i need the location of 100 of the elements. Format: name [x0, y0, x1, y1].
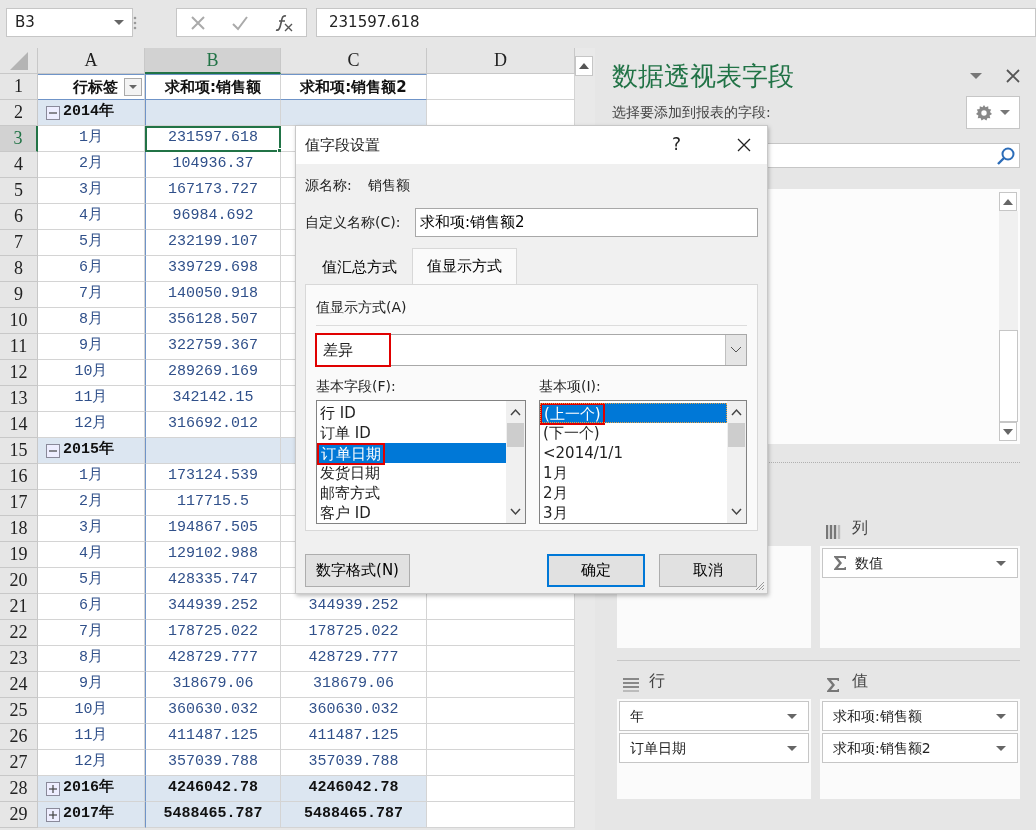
dialog-button[interactable]: 确定	[547, 554, 645, 587]
table-cell: 5488465.787	[145, 802, 281, 828]
filter-dropdown-icon[interactable]	[124, 78, 142, 96]
year-label: 2017年	[63, 804, 114, 825]
row-header[interactable]: 24	[0, 672, 38, 698]
custom-name-field[interactable]: 求和项:销售额2	[415, 208, 758, 237]
collapse-icon[interactable]	[46, 443, 60, 458]
list-item[interactable]: (下一个)	[540, 423, 727, 443]
collapse-icon[interactable]	[46, 105, 60, 120]
close-icon	[737, 138, 751, 152]
settings-button[interactable]	[966, 96, 1020, 129]
area-label: 值	[852, 670, 868, 692]
row-header[interactable]: 3	[0, 126, 38, 152]
table-cell: 4246042.78	[145, 776, 281, 802]
expand-icon[interactable]	[46, 781, 60, 796]
cancel-icon[interactable]	[189, 14, 206, 31]
column-header[interactable]: A	[38, 48, 145, 74]
search-icon[interactable]	[997, 146, 1015, 165]
table-cell: 10月	[38, 360, 145, 386]
row-header[interactable]: 8	[0, 256, 38, 282]
table-cell: 140050.918	[145, 282, 281, 308]
scroll-thumb[interactable]	[999, 330, 1018, 422]
table-cell: 6月	[38, 594, 145, 620]
row-header[interactable]: 20	[0, 568, 38, 594]
list-item[interactable]: 2月	[540, 483, 727, 503]
column-header[interactable]: B	[145, 48, 281, 74]
row-header[interactable]: 19	[0, 542, 38, 568]
table-cell: 357039.788	[281, 750, 427, 776]
table-cell: 318679.06	[145, 672, 281, 698]
row-header[interactable]: 12	[0, 360, 38, 386]
row-header[interactable]: 10	[0, 308, 38, 334]
row-header[interactable]: 29	[0, 802, 38, 828]
row-header[interactable]: 16	[0, 464, 38, 490]
row-header[interactable]: 23	[0, 646, 38, 672]
area-field[interactable]: 订单日期	[619, 733, 809, 763]
check-icon[interactable]	[230, 14, 249, 31]
caret-icon	[1000, 109, 1010, 116]
help-button[interactable]: ?	[671, 132, 681, 158]
display-mode-dropdown[interactable]: 差异	[316, 334, 747, 366]
table-cell: 求和项:销售额	[145, 74, 281, 100]
section-label: 值显示方式(A)	[316, 298, 408, 317]
list-item[interactable]: 1月	[540, 463, 727, 483]
dialog-button[interactable]: 数字格式(N)	[305, 554, 410, 587]
table-cell: 344939.252	[281, 594, 427, 620]
column-header[interactable]: C	[281, 48, 427, 74]
close-icon[interactable]	[1006, 69, 1020, 83]
list-item[interactable]: 行 ID	[317, 403, 506, 423]
row-header[interactable]: 6	[0, 204, 38, 230]
function-icon[interactable]	[273, 13, 294, 32]
area-field[interactable]: 求和项:销售额	[822, 701, 1018, 731]
source-name: 销售额	[367, 176, 410, 195]
scroll-thumb[interactable]	[728, 423, 745, 447]
dialog-button[interactable]: 取消	[659, 554, 757, 587]
tab[interactable]: 值汇总方式	[307, 251, 412, 284]
row-header[interactable]: 28	[0, 776, 38, 802]
row-header[interactable]: 25	[0, 698, 38, 724]
row-header[interactable]: 2	[0, 100, 38, 126]
expand-icon[interactable]	[46, 807, 60, 822]
row-header[interactable]: 27	[0, 750, 38, 776]
scroll-up-button[interactable]	[575, 56, 593, 76]
row-header[interactable]: 9	[0, 282, 38, 308]
row-header[interactable]: 13	[0, 386, 38, 412]
year-label: 2015年	[63, 440, 114, 461]
area-field[interactable]: 年	[619, 701, 809, 731]
list-item[interactable]: 邮寄方式	[317, 483, 506, 503]
table-cell: 8月	[38, 646, 145, 672]
name-box[interactable]: B3	[6, 8, 133, 37]
row-header[interactable]: 11	[0, 334, 38, 360]
row-header[interactable]: 22	[0, 620, 38, 646]
table-cell: 9月	[38, 334, 145, 360]
scroll-thumb[interactable]	[507, 423, 524, 447]
scroll-down-button[interactable]	[999, 422, 1017, 441]
resize-grip-icon[interactable]	[755, 581, 765, 591]
list-item[interactable]: 3月	[540, 503, 727, 523]
dropdown-arrow-icon[interactable]	[970, 72, 982, 80]
row-header[interactable]: 5	[0, 178, 38, 204]
row-header[interactable]: 18	[0, 516, 38, 542]
tab[interactable]: 值显示方式	[412, 248, 517, 284]
row-header[interactable]: 26	[0, 724, 38, 750]
formula-field[interactable]: 231597.618	[316, 8, 1036, 37]
list-item[interactable]: 发货日期	[317, 463, 506, 483]
column-header[interactable]: D	[427, 48, 575, 74]
scroll-up-button[interactable]	[999, 192, 1017, 211]
row-header[interactable]: 14	[0, 412, 38, 438]
pane-subtitle: 选择要添加到报表的字段:	[612, 103, 771, 122]
list-item[interactable]: 订单日期	[317, 443, 506, 463]
area-field[interactable]: 求和项:销售额2	[822, 733, 1018, 763]
list-item[interactable]: (上一个)	[540, 403, 727, 423]
table-cell: 360630.032	[145, 698, 281, 724]
area-field[interactable]: 数值	[822, 548, 1018, 578]
row-header[interactable]: 4	[0, 152, 38, 178]
list-item[interactable]: 订单 ID	[317, 423, 506, 443]
row-header[interactable]: 7	[0, 230, 38, 256]
row-header[interactable]: 21	[0, 594, 38, 620]
table-cell: 求和项:销售额2	[281, 74, 427, 100]
row-header[interactable]: 17	[0, 490, 38, 516]
row-header[interactable]: 15	[0, 438, 38, 464]
row-header[interactable]: 1	[0, 74, 38, 100]
list-item[interactable]: 客户 ID	[317, 503, 506, 523]
list-item[interactable]: <2014/1/1	[540, 443, 727, 463]
